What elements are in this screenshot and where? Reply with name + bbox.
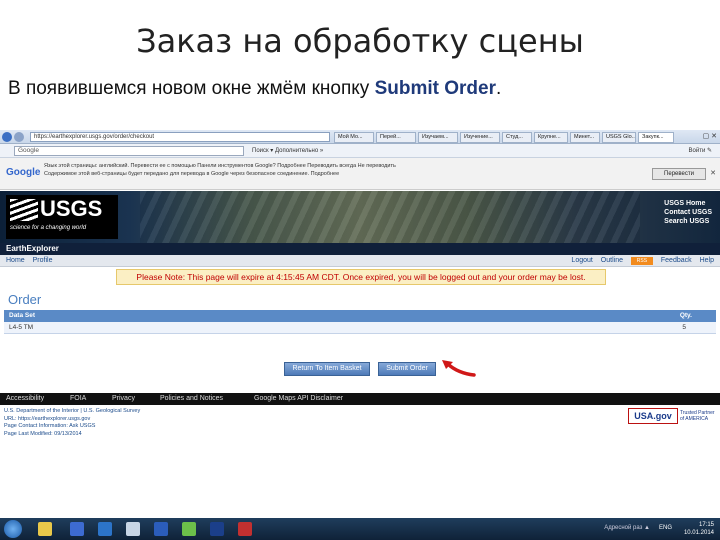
contact-usgs-link[interactable]: Contact USGS [664,208,712,217]
header-links: USGS Home Contact USGS Search USGS [664,199,712,226]
order-heading: Order [8,292,42,307]
row-qty: 5 [682,324,686,331]
footer-info-line[interactable]: U.S. Department of the Interior | U.S. G… [4,408,404,416]
caption-prefix: В появившемся новом окне жмём кнопку [8,78,375,99]
footer-links: Accessibility FOIA Privacy Policies and … [0,393,720,405]
usgs-logo-text: USGS [40,196,103,221]
nav-logout[interactable]: Logout [571,257,592,264]
usgs-home-link[interactable]: USGS Home [664,199,712,208]
chrome-icon[interactable] [70,522,84,536]
address-bar: https://earthexplorer.usgs.gov/order/che… [0,130,720,144]
start-button-icon[interactable] [4,520,22,538]
browser-tab[interactable]: Студ... [502,132,532,143]
expiry-notice: Please Note: This page will expire at 4:… [116,269,606,285]
rss-icon[interactable]: RSS [630,257,653,265]
close-icon[interactable]: ✕ [710,169,716,177]
url-field[interactable]: https://earthexplorer.usgs.gov/order/che… [30,132,330,142]
window-controls-icon[interactable]: ▢ ✕ [703,132,717,140]
app-name-bar: EarthExplorer [0,243,720,255]
col-dataset: Data Set [9,312,36,319]
browser-tab[interactable]: Изучаем... [418,132,458,143]
translate-privacy: Содержимое этой веб-страницы будет перед… [44,171,340,177]
search-usgs-link[interactable]: Search USGS [664,217,712,226]
caption-suffix: . [495,78,502,99]
footer-maps-disclaimer[interactable]: Google Maps API Disclaimer [254,395,343,402]
photoshop-icon[interactable] [210,522,224,536]
app-name: EarthExplorer [6,244,59,253]
windows-taskbar: Адресной раз ▲ ENG 17:15 10.01.2014 [0,518,720,540]
clock-date: 10.01.2014 [683,530,714,536]
browser-tab[interactable]: Мой Мо... [334,132,374,143]
browser-screenshot: https://earthexplorer.usgs.gov/order/che… [0,130,720,540]
app-icon[interactable] [238,522,252,536]
red-arrow-icon [442,360,476,377]
usagov-logo[interactable]: USA.gov [628,408,678,424]
usgs-slogan: science for a changing world [10,225,87,231]
footer-foia[interactable]: FOIA [70,395,86,402]
return-to-basket-button[interactable]: Return To Item Basket [284,362,370,376]
translate-message: Язык этой страницы: английский. Перевест… [44,163,396,169]
ie-icon[interactable] [98,522,112,536]
google-toolbar: Google Поиск ▾ Дополнительно » Войти ✎ [0,144,720,158]
browser-tab[interactable]: Перей... [376,132,416,143]
usgs-banner: USGS science for a changing world USGS H… [0,191,720,243]
footer-policies[interactable]: Policies and Notices [160,395,223,402]
table-header: Data Set Qty. [4,310,716,322]
forward-icon[interactable] [14,132,24,142]
folder-icon[interactable] [38,522,52,536]
language-indicator[interactable]: ENG [659,525,672,531]
footer-accessibility[interactable]: Accessibility [6,395,44,402]
footer-info-line: Page Last Modified: 09/13/2014 [4,430,82,437]
browser-tab[interactable]: Крупне... [534,132,568,143]
aerial-image [140,191,640,243]
translate-button[interactable]: Перевести [652,168,706,180]
order-table: Data Set Qty. L4-5 TM 5 [4,310,716,334]
word-icon[interactable] [154,522,168,536]
nav-profile[interactable]: Profile [33,257,53,264]
toolbar-items[interactable]: Поиск ▾ Дополнительно » [252,147,323,154]
usgs-wave-icon [10,199,38,221]
google-logo: Google [6,167,41,178]
browser-tab[interactable]: Минет... [570,132,600,143]
caption-button-name: Submit Order [374,78,496,99]
browser-tab[interactable]: USGS Glo... [602,132,636,143]
tray-icons[interactable]: Адресной раз ▲ [604,525,650,531]
google-search-input[interactable]: Google [14,146,244,156]
table-row: L4-5 TM 5 [4,322,716,334]
app-icon[interactable] [126,522,140,536]
row-dataset: L4-5 TM [9,324,34,331]
toolbar-signin[interactable]: Войти ✎ [689,147,712,154]
clock[interactable]: 17:15 10.01.2014 [684,521,714,537]
slide-title: Заказ на обработку сцены [136,22,584,60]
nav-home[interactable]: Home [6,257,25,264]
nav-feedback[interactable]: Feedback [661,257,692,264]
footer-info: U.S. Department of the Interior | U.S. G… [4,408,404,438]
footer-info-line: URL: https://earthexplorer.usgs.gov [4,415,91,422]
submit-order-button[interactable]: Submit Order [378,362,436,376]
footer-privacy[interactable]: Privacy [112,395,135,402]
translate-bar: Google Язык этой страницы: английский. П… [0,158,720,190]
app-icon[interactable] [182,522,196,536]
slide-caption: В появившемся новом окне жмём кнопку Sub… [8,78,712,100]
nav-outline[interactable]: Outline [601,257,623,264]
usgs-logo[interactable]: USGS science for a changing world [6,195,118,239]
clock-time: 17:15 [698,522,714,528]
usagov-tagline: Trusted Partner of AMERICA [680,410,715,422]
browser-tab-active[interactable]: Закупк... [638,132,674,143]
nav-help[interactable]: Help [700,257,714,264]
col-qty: Qty. [679,312,692,319]
footer-info-line[interactable]: Page Contact Information: Ask USGS [4,423,404,431]
browser-tab[interactable]: Изучение... [460,132,500,143]
back-icon[interactable] [2,132,12,142]
site-nav: Home Profile Logout Outline RSS Feedback… [0,255,720,267]
